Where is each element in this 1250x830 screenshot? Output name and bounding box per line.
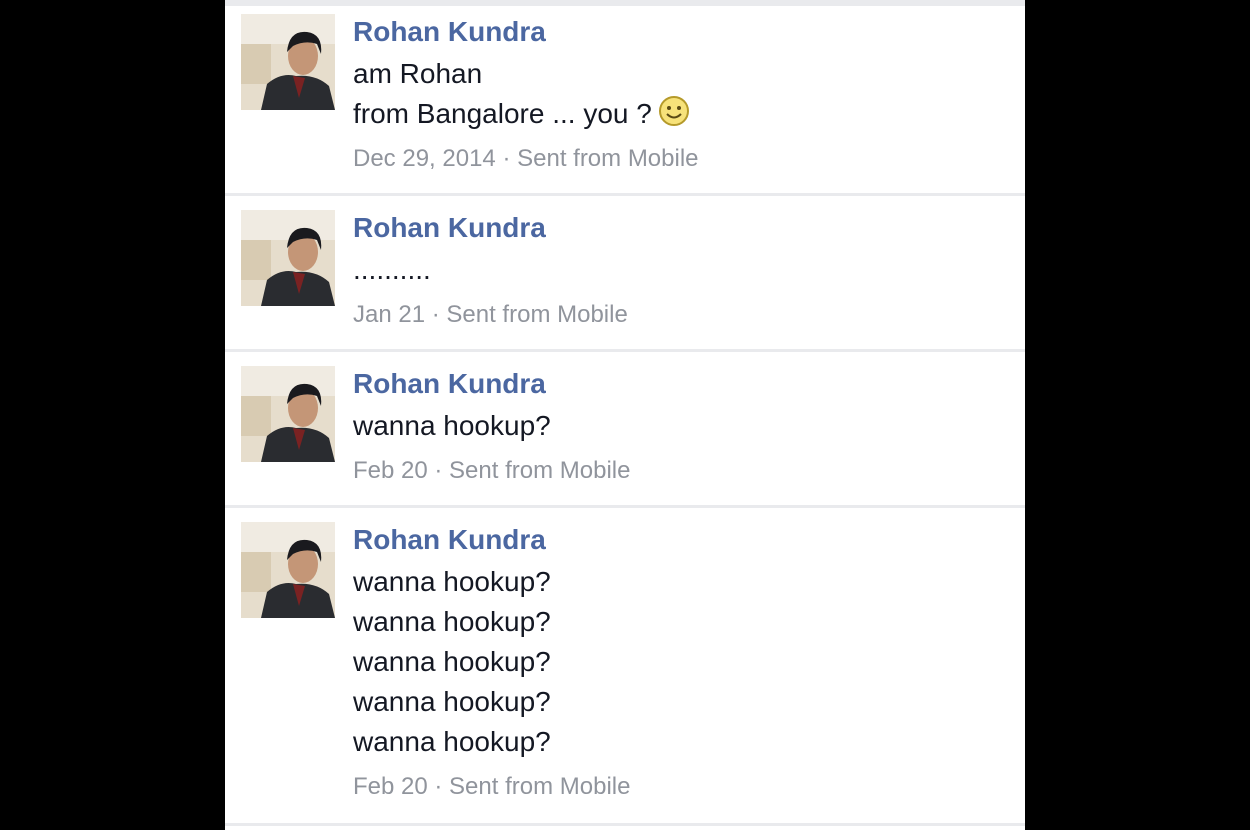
- message-body: wanna hookup? wanna hookup? wanna hookup…: [353, 562, 551, 762]
- sender-name[interactable]: Rohan Kundra: [353, 522, 546, 558]
- sent-from-label: Sent from Mobile: [449, 773, 631, 800]
- avatar[interactable]: [241, 366, 335, 462]
- message-date: Jan 21: [353, 301, 426, 328]
- sent-from-label: Sent from Mobile: [446, 301, 628, 328]
- message-line: wanna hookup?: [353, 606, 551, 637]
- profile-photo: [241, 366, 335, 462]
- message-body: ..........: [353, 250, 431, 290]
- message-date: Dec 29, 2014: [353, 145, 496, 172]
- avatar[interactable]: [241, 210, 335, 306]
- meta-separator: ·: [427, 457, 450, 484]
- message-item[interactable]: Rohan Kundra wanna hookup? wanna hookup?…: [225, 508, 1025, 826]
- message-line: wanna hookup?: [353, 410, 551, 441]
- message-body: wanna hookup?: [353, 406, 551, 446]
- message-meta: Feb 20 · Sent from Mobile: [353, 772, 630, 802]
- message-line: wanna hookup?: [353, 726, 551, 757]
- avatar[interactable]: [241, 14, 335, 110]
- message-line: wanna hookup?: [353, 646, 551, 677]
- message-item[interactable]: Rohan Kundra am Rohan from Bangalore ...…: [225, 6, 1025, 196]
- meta-separator: ·: [495, 145, 518, 172]
- sender-name[interactable]: Rohan Kundra: [353, 14, 546, 50]
- message-line: wanna hookup?: [353, 686, 551, 717]
- message-meta: Feb 20 · Sent from Mobile: [353, 456, 630, 486]
- message-date: Feb 20: [353, 773, 428, 800]
- message-item[interactable]: Rohan Kundra .......... Jan 21 · Sent fr…: [225, 196, 1025, 352]
- profile-photo: [241, 210, 335, 306]
- profile-photo: [241, 522, 335, 618]
- sender-name[interactable]: Rohan Kundra: [353, 210, 546, 246]
- sent-from-label: Sent from Mobile: [449, 457, 631, 484]
- smiley-icon: [658, 96, 689, 126]
- message-line: am Rohan: [353, 58, 483, 89]
- profile-photo: [241, 14, 335, 110]
- meta-separator: ·: [425, 301, 447, 328]
- message-meta: Jan 21 · Sent from Mobile: [353, 300, 628, 330]
- message-line-with-emoji: from Bangalore ... you ?: [353, 94, 690, 134]
- sender-name[interactable]: Rohan Kundra: [353, 366, 546, 402]
- message-item[interactable]: Rohan Kundra wanna hookup? Feb 20 · Sent…: [225, 352, 1025, 508]
- message-thread: Rohan Kundra am Rohan from Bangalore ...…: [225, 0, 1025, 830]
- message-date: Feb 20: [353, 457, 428, 484]
- meta-separator: ·: [427, 773, 450, 800]
- message-line: wanna hookup?: [353, 566, 551, 597]
- message-line: ..........: [353, 254, 431, 285]
- avatar[interactable]: [241, 522, 335, 618]
- message-line-text: from Bangalore ... you ?: [353, 98, 652, 129]
- message-body: am Rohan from Bangalore ... you ?: [353, 54, 690, 134]
- sent-from-label: Sent from Mobile: [517, 145, 699, 172]
- message-meta: Dec 29, 2014 · Sent from Mobile: [353, 144, 699, 174]
